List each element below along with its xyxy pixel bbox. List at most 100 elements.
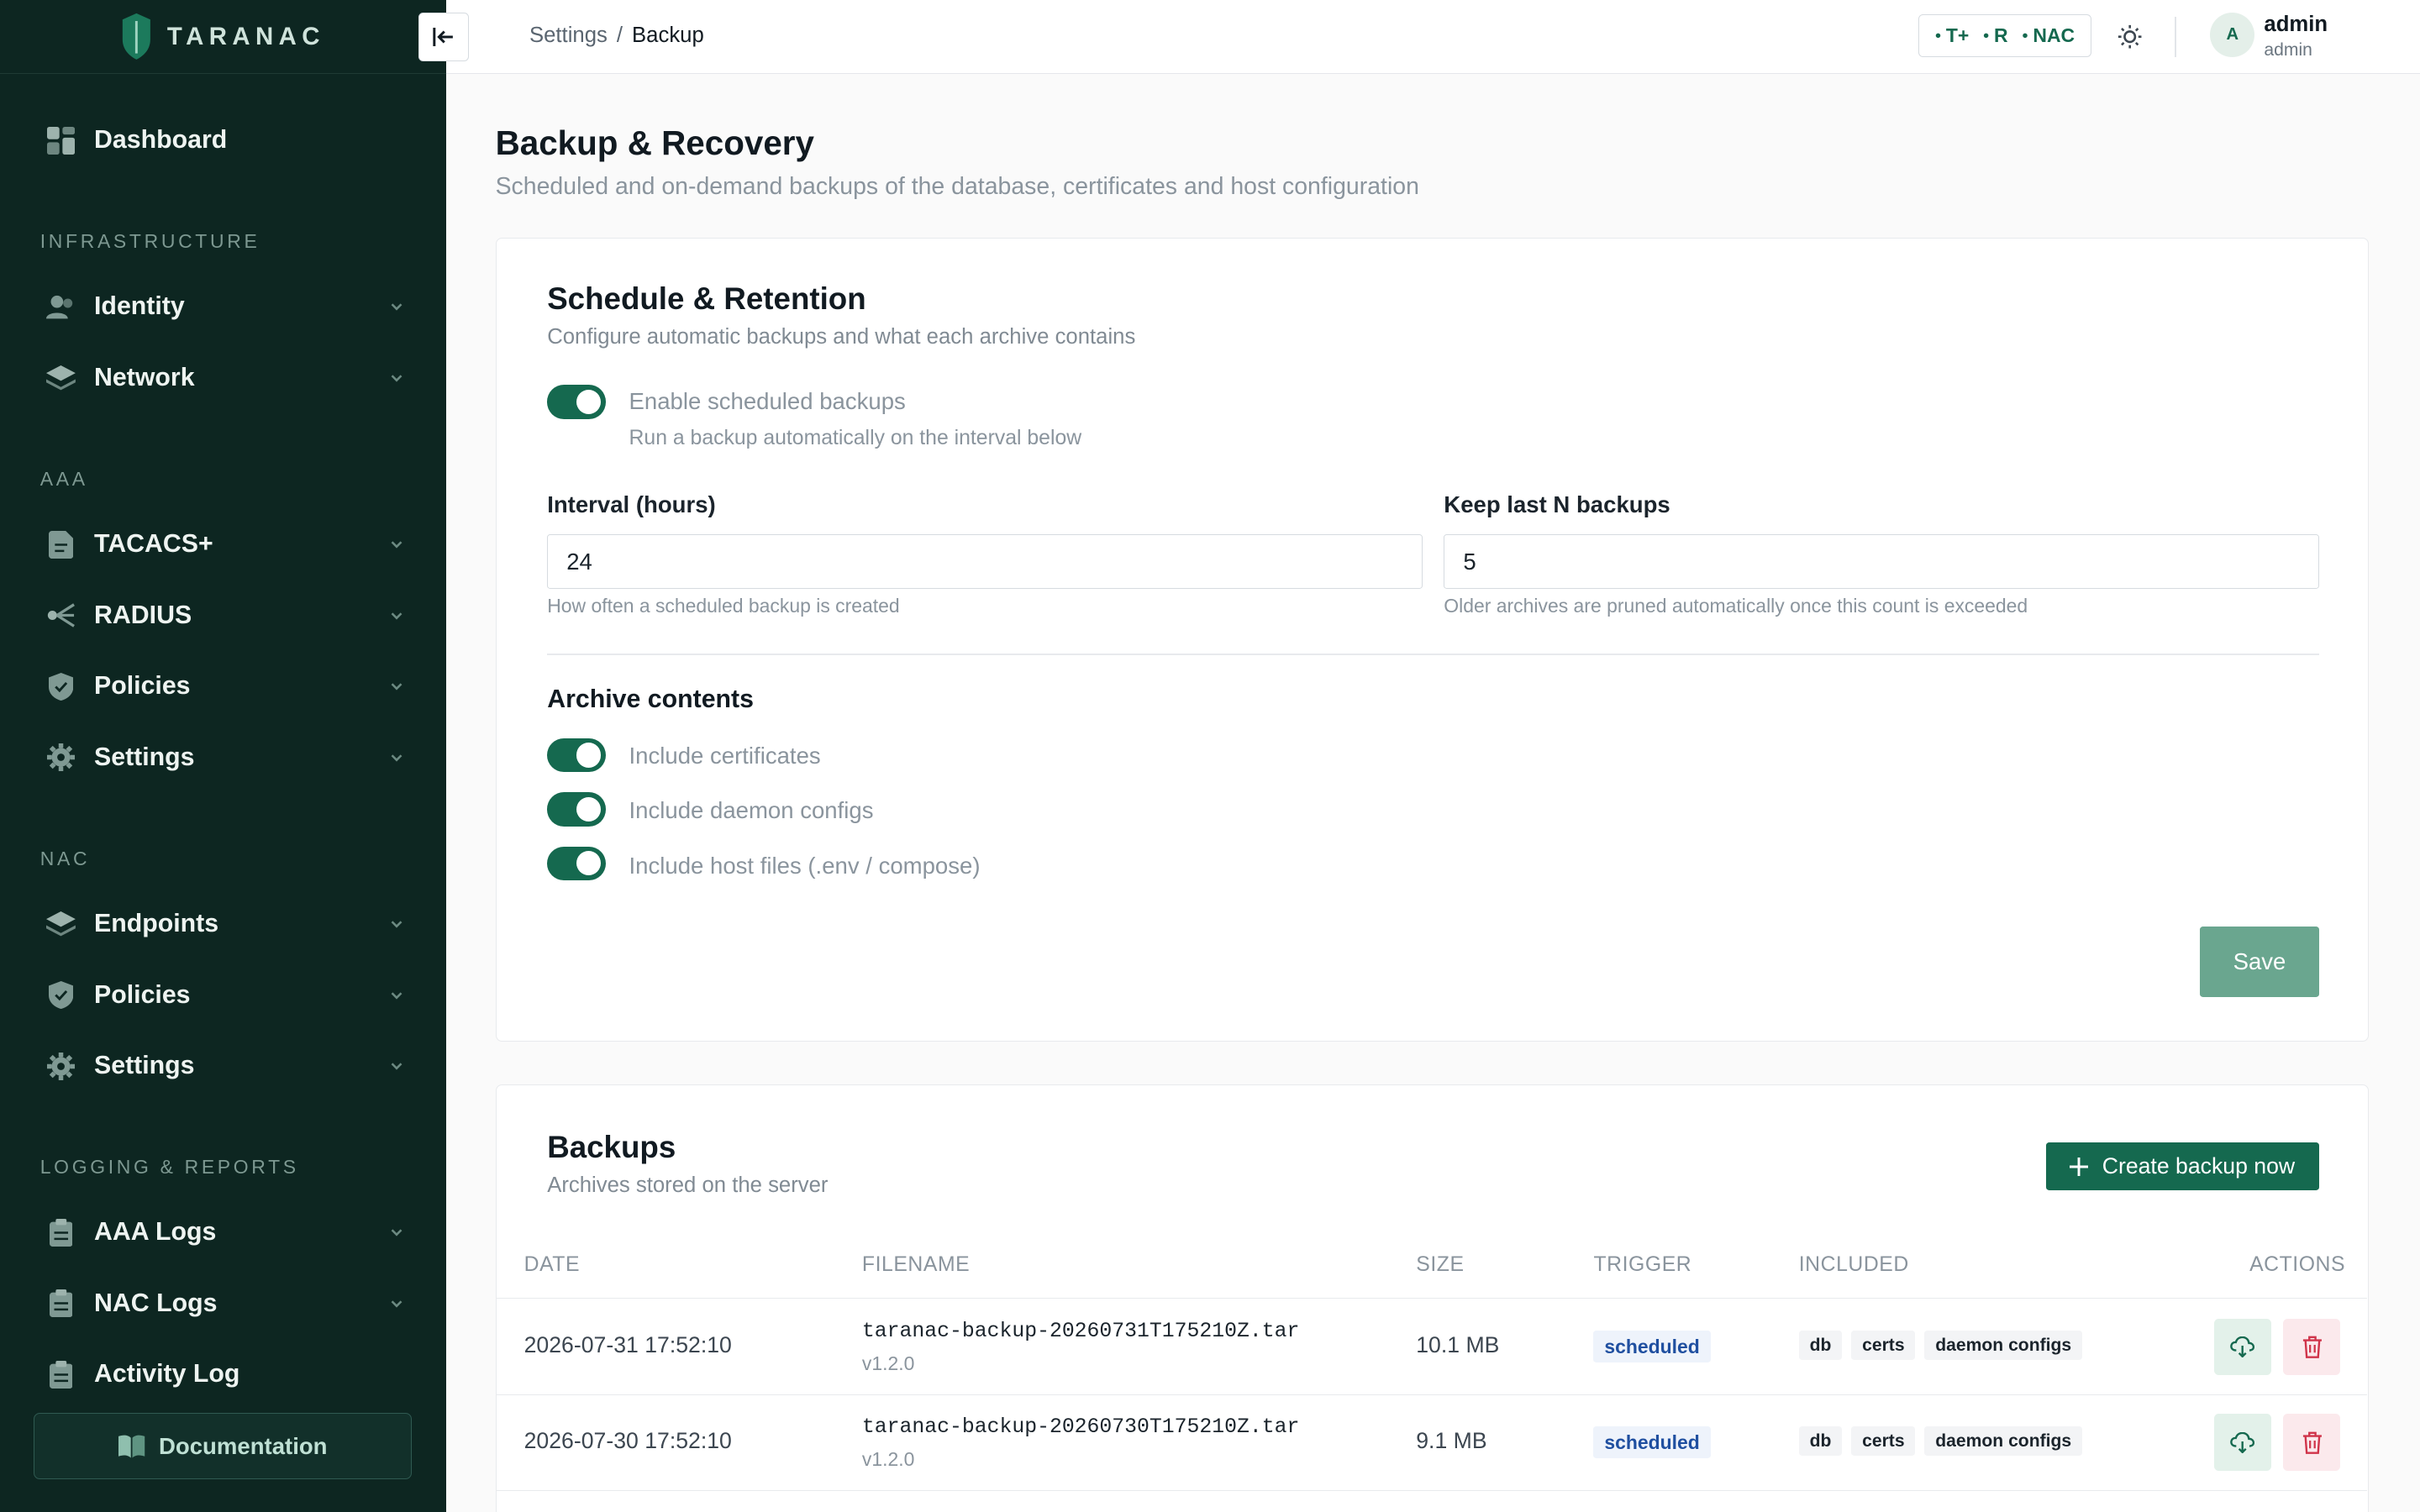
layers-icon xyxy=(46,364,76,393)
breadcrumb-separator: / xyxy=(616,23,623,47)
backup-filename: taranac-backup-20260730T175210Z.tar xyxy=(861,1415,1300,1440)
theme-toggle-button[interactable] xyxy=(2112,20,2146,54)
interval-hint: How often a scheduled backup is created xyxy=(547,595,900,617)
sidebar-item-network[interactable]: Network xyxy=(0,343,446,413)
include-daemon-configs-toggle[interactable] xyxy=(547,792,606,827)
sidebar-item-nac-logs[interactable]: NAC Logs xyxy=(0,1268,446,1339)
backup-date: 2026-07-30 17:52:10 xyxy=(523,1427,732,1453)
column-date: DATE xyxy=(523,1253,581,1277)
backup-version: v1.2.0 xyxy=(861,1447,915,1470)
sidebar-item-radius[interactable]: RADIUS xyxy=(0,580,446,651)
delete-button[interactable] xyxy=(2283,1414,2341,1472)
section-title-infrastructure: INFRASTRUCTURE xyxy=(39,230,260,253)
delete-button[interactable] xyxy=(2283,1318,2341,1376)
log-icon xyxy=(46,1360,76,1389)
topbar: Settings / Backup T+ R NAC A admin admin xyxy=(418,0,2420,75)
card-title: Schedule & Retention xyxy=(547,281,866,317)
keep-label: Keep last N backups xyxy=(1444,491,1670,518)
shield-check-icon xyxy=(46,672,76,701)
sidebar-item-label: Activity Log xyxy=(94,1360,240,1389)
cloud-download-icon xyxy=(2230,1431,2255,1454)
sidebar-item-identity[interactable]: Identity xyxy=(0,271,446,342)
status-nac: NAC xyxy=(2022,24,2075,47)
sidebar-item-label: Settings xyxy=(94,743,195,771)
chevron-down-icon xyxy=(391,1063,402,1070)
include-host-files-label: Include host files (.env / compose) xyxy=(629,852,981,879)
backups-card: Backups Archives stored on the server Cr… xyxy=(495,1084,2370,1512)
column-filename: FILENAME xyxy=(861,1253,971,1277)
documentation-label: Documentation xyxy=(159,1432,328,1459)
collapse-sidebar-button[interactable] xyxy=(418,12,470,62)
sidebar-item-activity-log[interactable]: Activity Log xyxy=(0,1339,446,1410)
column-size: SIZE xyxy=(1416,1253,1465,1277)
sun-icon xyxy=(2118,25,2142,49)
table-row: 2026-07-31 17:52:10 taranac-backup-20260… xyxy=(496,1299,2367,1396)
gear-icon xyxy=(46,1052,76,1081)
table-header: DATE FILENAME SIZE TRIGGER INCLUDED ACTI… xyxy=(496,1240,2367,1299)
include-daemon-configs-label: Include daemon configs xyxy=(629,796,874,823)
gear-icon xyxy=(46,743,76,772)
sidebar-item-aaa-logs[interactable]: AAA Logs xyxy=(0,1197,446,1268)
included-chips: db certs daemon configs xyxy=(1798,1426,2082,1457)
create-backup-label: Create backup now xyxy=(2102,1153,2296,1179)
sidebar-item-dashboard[interactable]: Dashboard xyxy=(0,105,446,176)
user-role: admin xyxy=(2264,39,2312,60)
include-certificates-label: Include certificates xyxy=(629,743,821,769)
file-icon xyxy=(46,530,76,559)
sidebar-item-endpoints[interactable]: Endpoints xyxy=(0,889,446,959)
backup-size: 9.1 MB xyxy=(1416,1427,1487,1453)
user-name[interactable]: admin xyxy=(2264,13,2328,37)
plus-icon xyxy=(2070,1157,2089,1176)
shield-check-icon xyxy=(46,980,76,1010)
included-chip: certs xyxy=(1851,1331,1916,1361)
enable-scheduled-hint: Run a backup automatically on the interv… xyxy=(629,426,1082,449)
archive-contents-title: Archive contents xyxy=(547,685,754,714)
table-row: 2026-07-30 17:52:10 taranac-backup-20260… xyxy=(496,1395,2367,1492)
trash-icon xyxy=(2302,1431,2322,1454)
breadcrumb-settings[interactable]: Settings xyxy=(529,24,608,48)
sidebar-item-nac-settings[interactable]: Settings xyxy=(0,1031,446,1101)
card-subtitle: Configure automatic backups and what eac… xyxy=(547,324,1136,349)
divider xyxy=(547,653,2319,655)
restore-button[interactable] xyxy=(2213,1318,2271,1376)
sidebar-item-tacacs[interactable]: TACACS+ xyxy=(0,509,446,580)
avatar[interactable]: A xyxy=(2210,12,2255,57)
create-backup-button[interactable]: Create backup now xyxy=(2045,1142,2319,1191)
included-chip: daemon configs xyxy=(1924,1426,2082,1457)
status-radius: R xyxy=(1983,24,2008,47)
sidebar-item-aaa-settings[interactable]: Settings xyxy=(0,722,446,793)
schedule-retention-card: Schedule & Retention Configure automatic… xyxy=(495,237,2370,1042)
included-chip: certs xyxy=(1851,1426,1916,1457)
sidebar-item-label: Policies xyxy=(94,980,191,1009)
interval-input[interactable] xyxy=(547,534,1423,589)
sidebar-item-label: NAC Logs xyxy=(94,1289,218,1317)
sidebar-item-label: AAA Logs xyxy=(94,1218,217,1247)
save-button[interactable]: Save xyxy=(2200,927,2319,998)
chevron-down-icon xyxy=(391,921,402,928)
trigger-badge: scheduled xyxy=(1593,1331,1711,1363)
include-certificates-toggle[interactable] xyxy=(547,738,606,773)
page-title: Backup & Recovery xyxy=(495,123,814,162)
sidebar-item-aaa-policies[interactable]: Policies xyxy=(0,651,446,722)
log-icon xyxy=(46,1289,76,1319)
documentation-button[interactable]: Documentation xyxy=(34,1413,413,1480)
shield-logo-icon xyxy=(122,13,150,60)
keep-backups-input[interactable] xyxy=(1444,534,2319,589)
cloud-download-icon xyxy=(2230,1336,2255,1358)
include-host-files-toggle[interactable] xyxy=(547,846,606,880)
chevron-down-icon xyxy=(391,1300,402,1308)
keep-hint: Older archives are pruned automatically … xyxy=(1444,595,2028,617)
backup-size: 10.1 MB xyxy=(1416,1332,1500,1358)
chevron-down-icon xyxy=(391,1229,402,1237)
chevron-down-icon xyxy=(391,303,402,312)
included-chip: daemon configs xyxy=(1924,1331,2082,1361)
enable-scheduled-toggle[interactable] xyxy=(547,385,606,419)
sidebar-item-nac-policies[interactable]: Policies xyxy=(0,959,446,1030)
radio-waves-icon xyxy=(46,601,76,630)
sidebar-item-label: RADIUS xyxy=(94,601,192,629)
sidebar-nav: Dashboard INFRASTRUCTURE Identity Networ… xyxy=(0,74,446,1439)
brand[interactable]: TARANAC xyxy=(0,0,446,75)
chevron-down-icon xyxy=(391,612,402,620)
restore-button[interactable] xyxy=(2213,1414,2271,1472)
users-icon xyxy=(46,292,76,322)
